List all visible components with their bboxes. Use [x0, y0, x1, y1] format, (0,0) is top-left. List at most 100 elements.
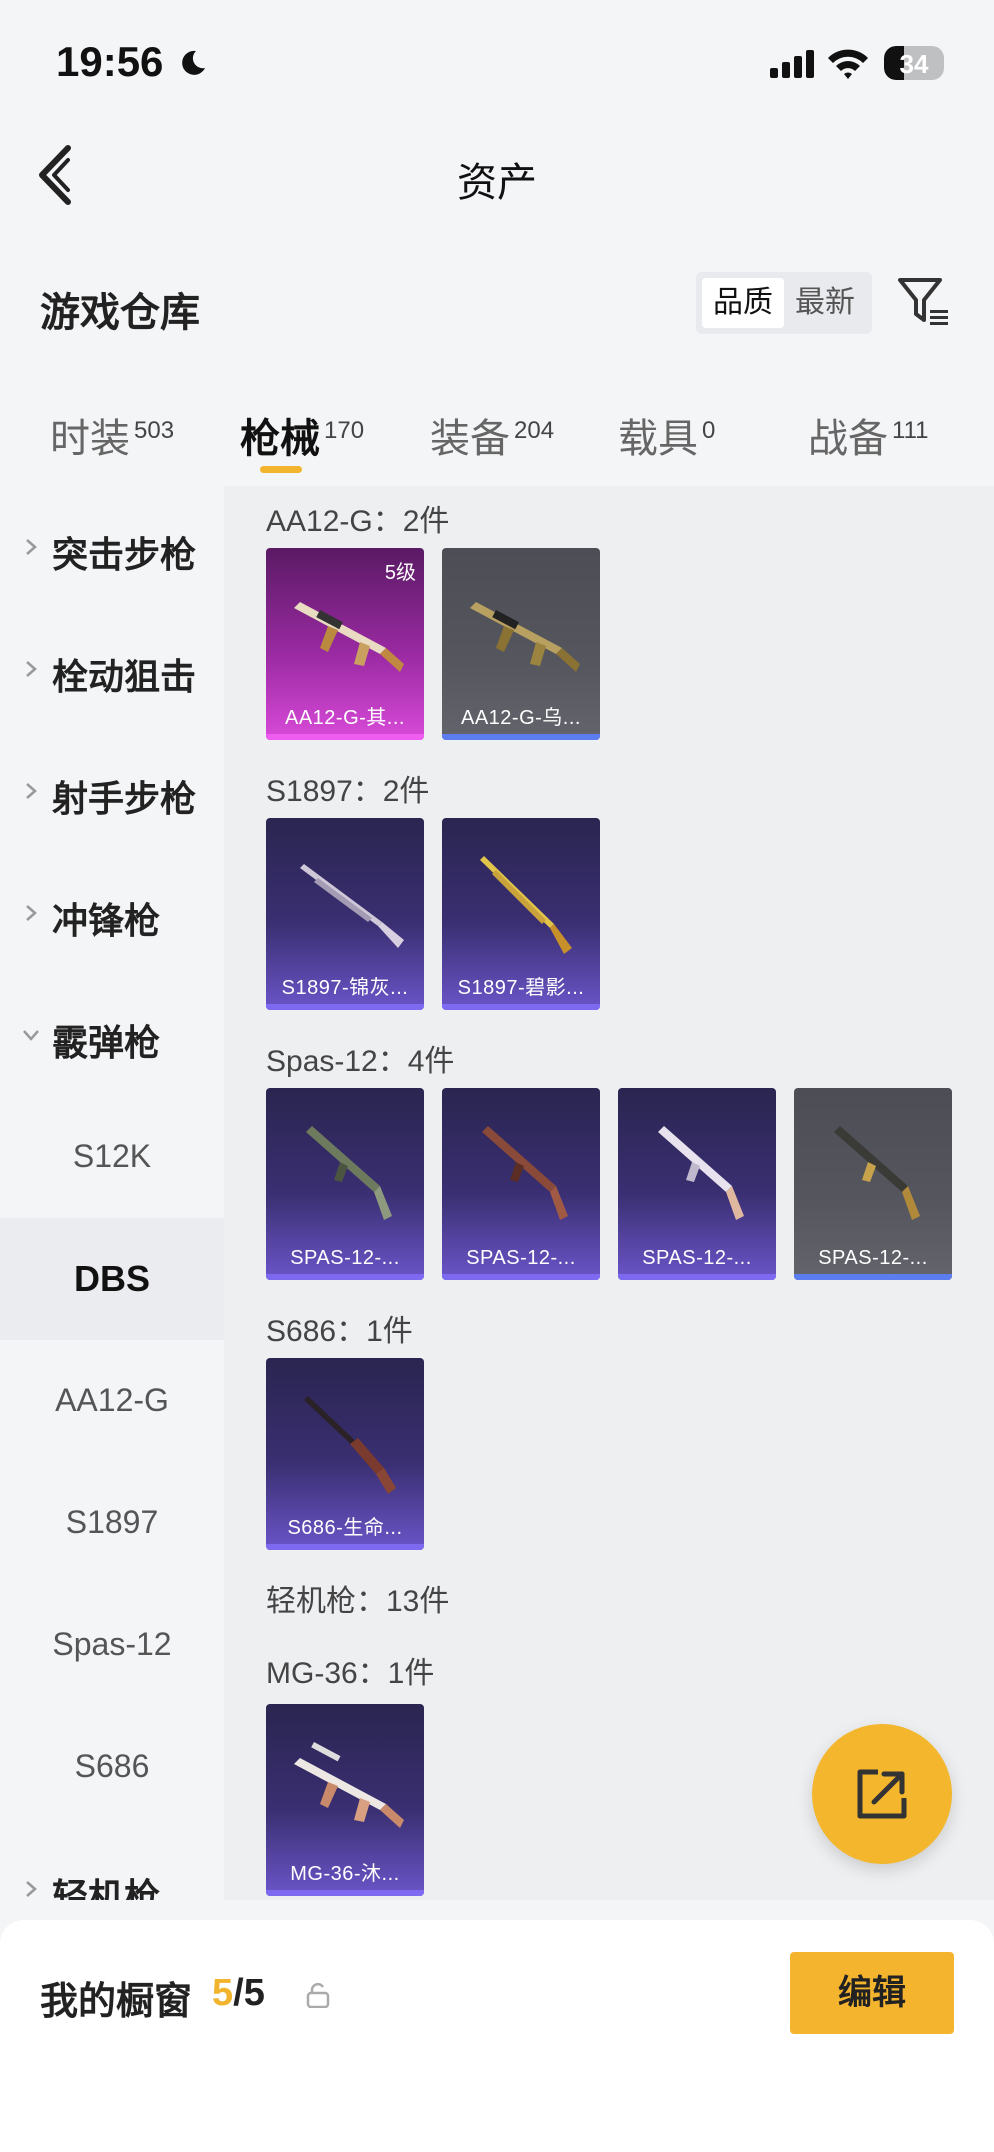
- shotgun-icon: [306, 1126, 392, 1220]
- tab-count: 111: [892, 416, 929, 444]
- rifle-icon: [470, 602, 580, 672]
- tab-equipment[interactable]: 装备 204: [430, 406, 554, 464]
- status-bar: 19:56 34: [0, 0, 994, 120]
- edit-button[interactable]: 编辑: [790, 1952, 954, 2034]
- sidebar: 突击步枪 栓动狙击 射手步枪 冲锋枪 霰弹枪 S12K DBS AA12-G S…: [0, 486, 224, 1900]
- tab-label: 枪械: [240, 417, 320, 461]
- item-card[interactable]: SPAS-12-...: [618, 1088, 776, 1280]
- signal-icon: [770, 50, 814, 78]
- item-name: SPAS-12-...: [466, 1247, 576, 1269]
- tab-vehicles[interactable]: 载具 0: [618, 406, 715, 464]
- shotgun-icon: [300, 864, 404, 948]
- chevron-right-icon: [26, 1881, 37, 1897]
- tab-fashion[interactable]: 时装 503: [50, 406, 174, 464]
- tab-count: 503: [134, 416, 175, 444]
- group-title: 轻机枪：13件: [266, 1585, 450, 1618]
- rifle-icon: [294, 602, 404, 672]
- group-title: Spas-12：4件: [266, 1045, 455, 1078]
- shotgun-icon: [658, 1126, 744, 1220]
- tab-label: 装备: [430, 417, 510, 461]
- shotgun-icon: [834, 1126, 920, 1220]
- item-name: SPAS-12-...: [818, 1247, 928, 1269]
- rarity-bar: [266, 1004, 424, 1010]
- tab-count: 204: [514, 416, 555, 444]
- item-card[interactable]: S1897-锦灰...: [266, 818, 424, 1010]
- share-button[interactable]: [812, 1724, 952, 1864]
- item-name: AA12-G-其...: [285, 707, 405, 729]
- item-name: S1897-碧影...: [457, 977, 585, 999]
- item-card[interactable]: S1897-碧影...: [442, 818, 600, 1010]
- sidebar-label: 栓动狙击: [52, 656, 197, 697]
- group-title: AA12-G：2件: [266, 505, 450, 538]
- wifi-icon: [828, 49, 868, 79]
- rarity-bar: [266, 734, 424, 740]
- sidebar-sub-s686[interactable]: S686: [0, 1706, 224, 1828]
- tab-label: 时装: [50, 417, 130, 461]
- item-grid: AA12-G：2件 5级 AA12-G-其... AA12-G-乌... S18…: [224, 486, 994, 1900]
- item-name: S686-生命...: [287, 1517, 403, 1539]
- page-title: 资产: [457, 161, 537, 205]
- sidebar-item-shotgun[interactable]: 霰弹枪: [0, 974, 224, 1096]
- item-card[interactable]: MG-36-沐...: [266, 1704, 424, 1896]
- item-card[interactable]: 5级 AA12-G-其...: [266, 548, 424, 740]
- item-name: AA12-G-乌...: [461, 707, 581, 729]
- sidebar-label: 射手步枪: [52, 778, 197, 819]
- rarity-bar: [442, 1274, 600, 1280]
- showcase-bar: 我的橱窗 5/5 编辑: [0, 1920, 994, 2152]
- sidebar-label: 轻机枪: [52, 1876, 161, 1900]
- sidebar-sub-aa12g[interactable]: AA12-G: [0, 1340, 224, 1462]
- sidebar-sub-s12k[interactable]: S12K: [0, 1096, 224, 1218]
- item-name: SPAS-12-...: [642, 1247, 752, 1269]
- tab-gear[interactable]: 战备 111: [808, 406, 928, 464]
- rarity-bar: [442, 734, 600, 740]
- tab-guns[interactable]: 枪械 170: [240, 406, 364, 464]
- tab-label: 载具: [618, 417, 698, 461]
- rarity-bar: [266, 1274, 424, 1280]
- warehouse-title: 游戏仓库: [40, 291, 200, 335]
- sidebar-sub-label: S686: [74, 1748, 150, 1784]
- item-card[interactable]: AA12-G-乌...: [442, 548, 600, 740]
- sidebar-sub-label: Spas-12: [52, 1626, 172, 1662]
- sort-toggle: 品质 最新: [696, 272, 872, 334]
- sidebar-label: 霰弹枪: [52, 1022, 161, 1063]
- sidebar-label: 冲锋枪: [52, 900, 161, 941]
- chevron-right-icon: [26, 905, 37, 921]
- group-title: S1897：2件: [266, 775, 430, 808]
- sidebar-item-bolt-sniper[interactable]: 栓动狙击: [0, 608, 224, 730]
- sidebar-item-assault-rifle[interactable]: 突击步枪: [0, 486, 224, 608]
- sidebar-sub-dbs[interactable]: DBS: [0, 1218, 224, 1340]
- sidebar-label: 突击步枪: [52, 534, 197, 575]
- rarity-bar: [794, 1274, 952, 1280]
- sidebar-sub-label: S1897: [65, 1504, 159, 1540]
- category-tabs: 时装 503 枪械 170 装备 204 载具 0 战备 111: [0, 400, 994, 480]
- item-card[interactable]: S686-生命...: [266, 1358, 424, 1550]
- sidebar-sub-s1897[interactable]: S1897: [0, 1462, 224, 1584]
- showcase-label: 我的橱窗: [40, 1981, 193, 2023]
- sidebar-item-smg[interactable]: 冲锋枪: [0, 852, 224, 974]
- battery-text: 34: [899, 49, 929, 79]
- level-badge: 5级: [384, 562, 416, 584]
- rarity-bar: [266, 1890, 424, 1896]
- rarity-bar: [442, 1004, 600, 1010]
- sidebar-item-lmg[interactable]: 轻机枪: [0, 1828, 224, 1900]
- rifle-icon: [294, 1742, 404, 1828]
- tab-count: 0: [702, 416, 716, 444]
- sort-latest[interactable]: 最新: [784, 278, 866, 328]
- sidebar-item-marksman-rifle[interactable]: 射手步枪: [0, 730, 224, 852]
- item-card[interactable]: SPAS-12-...: [266, 1088, 424, 1280]
- chevron-down-icon: [23, 1030, 39, 1041]
- item-card[interactable]: SPAS-12-...: [794, 1088, 952, 1280]
- item-name: SPAS-12-...: [290, 1247, 400, 1269]
- sidebar-sub-spas12[interactable]: Spas-12: [0, 1584, 224, 1706]
- sidebar-sub-label: AA12-G: [55, 1382, 169, 1418]
- filter-icon[interactable]: [896, 274, 952, 330]
- sort-quality[interactable]: 品质: [702, 278, 784, 328]
- item-name: MG-36-沐...: [290, 1863, 400, 1885]
- showcase-count: 5/5: [212, 1972, 265, 2015]
- tab-label: 战备: [808, 417, 888, 461]
- lock-icon[interactable]: [306, 1982, 330, 2008]
- item-card[interactable]: SPAS-12-...: [442, 1088, 600, 1280]
- chevron-right-icon: [26, 661, 37, 677]
- rarity-bar: [618, 1274, 776, 1280]
- shotgun-icon: [304, 1396, 396, 1494]
